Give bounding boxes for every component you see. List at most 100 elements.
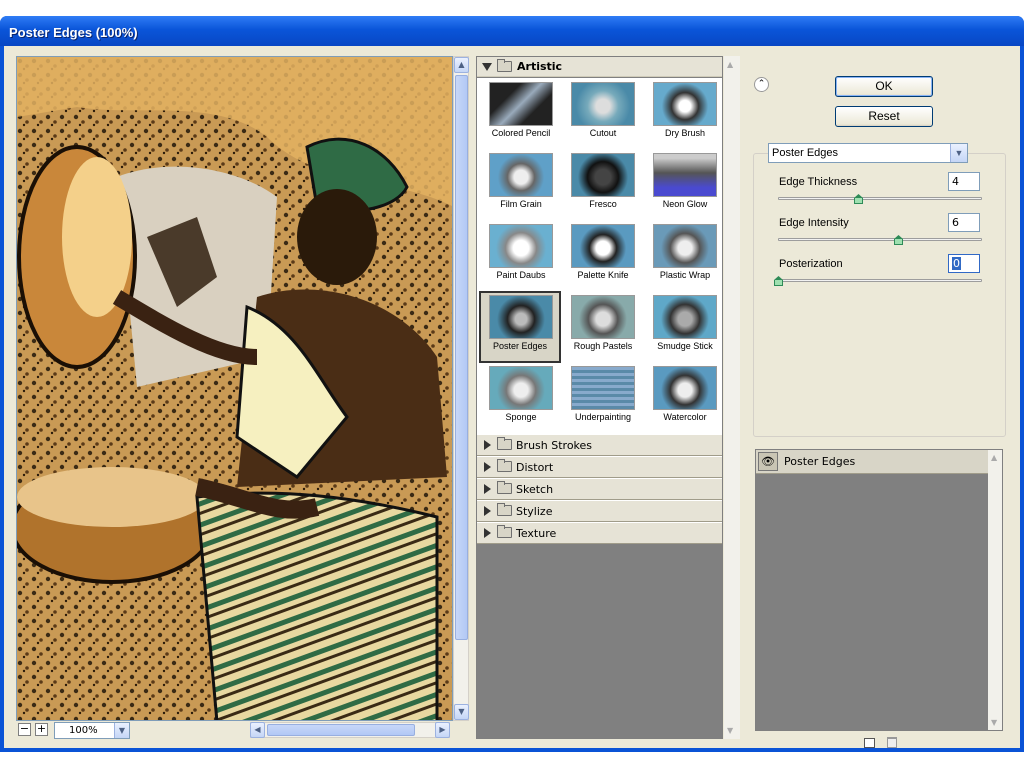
filter-select-value: Poster Edges bbox=[772, 147, 839, 159]
scroll-thumb[interactable] bbox=[267, 724, 415, 736]
posterization-label: Posterization bbox=[779, 258, 843, 270]
filter-palette-knife[interactable]: Palette Knife bbox=[563, 222, 643, 292]
filter-underpainting[interactable]: Underpainting bbox=[563, 364, 643, 434]
filter-fresco[interactable]: Fresco bbox=[563, 151, 643, 221]
scroll-up-arrow-icon[interactable]: ▲ bbox=[991, 453, 997, 462]
posterization-slider[interactable] bbox=[778, 279, 982, 282]
filter-label: Palette Knife bbox=[577, 270, 629, 280]
scroll-thumb[interactable] bbox=[455, 75, 468, 640]
category-texture[interactable]: Texture bbox=[477, 522, 722, 544]
filter-label: Film Grain bbox=[500, 199, 542, 209]
posterization-input[interactable]: 0 bbox=[948, 254, 980, 273]
zoom-in-icon[interactable]: + bbox=[35, 723, 48, 736]
image-preview[interactable] bbox=[16, 56, 453, 721]
scroll-down-arrow-icon[interactable]: ▼ bbox=[454, 704, 469, 720]
expand-arrow-icon[interactable] bbox=[484, 506, 491, 516]
filter-label: Sponge bbox=[505, 412, 537, 422]
filter-label: Colored Pencil bbox=[491, 128, 551, 138]
filter-gallery-window: Poster Edges (100%) ▲ ▼ − + 100% ▼ ◀ ▶ A… bbox=[0, 16, 1024, 752]
expand-arrow-icon[interactable] bbox=[484, 462, 491, 472]
filter-colored-pencil[interactable]: Colored Pencil bbox=[481, 80, 561, 150]
scroll-up-arrow-icon[interactable]: ▲ bbox=[454, 57, 469, 73]
category-artistic[interactable]: Artistic bbox=[477, 57, 722, 77]
edge-intensity-slider[interactable] bbox=[778, 238, 982, 241]
filter-watercolor[interactable]: Watercolor bbox=[645, 364, 725, 434]
category-label: Brush Strokes bbox=[516, 439, 593, 452]
filter-label: Poster Edges bbox=[492, 341, 548, 351]
gallery-vertical-scrollbar[interactable]: ▲ ▼ bbox=[724, 56, 740, 739]
expand-arrow-icon[interactable] bbox=[484, 528, 491, 538]
artistic-filter-grid: Colored Pencil Cutout Dry Brush Film Gra… bbox=[477, 78, 722, 434]
effect-layer-row[interactable]: 👁 Poster Edges bbox=[756, 450, 988, 474]
category-distort[interactable]: Distort bbox=[477, 456, 722, 478]
effect-layers-panel: 👁 Poster Edges ▲ ▼ bbox=[755, 449, 1003, 731]
neon-glow-thumbnail bbox=[653, 153, 717, 197]
filter-label: Paint Daubs bbox=[496, 270, 546, 280]
palette-knife-thumbnail bbox=[571, 224, 635, 268]
eye-visibility-icon[interactable]: 👁 bbox=[758, 452, 778, 471]
filter-label: Plastic Wrap bbox=[659, 270, 711, 280]
zoom-select[interactable]: 100% ▼ bbox=[54, 722, 130, 739]
folder-icon bbox=[497, 437, 512, 450]
expand-arrow-icon[interactable] bbox=[484, 484, 491, 494]
filter-label: Fresco bbox=[589, 199, 617, 209]
filter-film-grain[interactable]: Film Grain bbox=[481, 151, 561, 221]
collapse-gallery-icon[interactable]: ⌃ bbox=[754, 77, 769, 92]
filter-gallery: Artistic Colored Pencil Cutout Dry Brush bbox=[476, 56, 723, 739]
scroll-left-arrow-icon[interactable]: ◀ bbox=[250, 722, 265, 738]
filter-label: Watercolor bbox=[663, 412, 707, 422]
filter-label: Cutout bbox=[589, 128, 617, 138]
category-sketch[interactable]: Sketch bbox=[477, 478, 722, 500]
preview-horizontal-scrollbar[interactable]: ◀ ▶ bbox=[250, 722, 450, 738]
new-effect-layer-icon[interactable] bbox=[864, 738, 875, 748]
zoom-value: 100% bbox=[69, 725, 98, 736]
filter-smudge-stick[interactable]: Smudge Stick bbox=[645, 293, 725, 363]
trash-icon[interactable] bbox=[887, 737, 897, 748]
filter-label: Neon Glow bbox=[662, 199, 708, 209]
expand-arrow-icon[interactable] bbox=[482, 63, 492, 71]
folder-icon bbox=[497, 503, 512, 516]
folder-icon bbox=[497, 525, 512, 538]
layers-vertical-scrollbar[interactable]: ▲ ▼ bbox=[988, 450, 1002, 730]
reset-button[interactable]: Reset bbox=[835, 106, 933, 127]
filter-dry-brush[interactable]: Dry Brush bbox=[645, 80, 725, 150]
filter-select[interactable]: Poster Edges ▼ bbox=[768, 143, 968, 163]
posterization-value: 0 bbox=[952, 257, 961, 270]
folder-icon bbox=[497, 459, 512, 472]
expand-arrow-icon[interactable] bbox=[484, 440, 491, 450]
ok-button[interactable]: OK bbox=[835, 76, 933, 97]
underpainting-thumbnail bbox=[571, 366, 635, 410]
plastic-wrap-thumbnail bbox=[653, 224, 717, 268]
chevron-down-icon[interactable]: ▼ bbox=[114, 723, 129, 738]
filter-poster-edges[interactable]: Poster Edges bbox=[479, 291, 561, 363]
scroll-up-arrow-icon[interactable]: ▲ bbox=[727, 60, 733, 69]
filter-cutout[interactable]: Cutout bbox=[563, 80, 643, 150]
window-title: Poster Edges (100%) bbox=[9, 25, 138, 40]
edge-intensity-input[interactable]: 6 bbox=[948, 213, 980, 232]
edge-intensity-label: Edge Intensity bbox=[779, 217, 849, 229]
preview-vertical-scrollbar[interactable]: ▲ ▼ bbox=[453, 56, 469, 721]
filter-neon-glow[interactable]: Neon Glow bbox=[645, 151, 725, 221]
edge-thickness-slider[interactable] bbox=[778, 197, 982, 200]
category-label: Distort bbox=[516, 461, 554, 474]
sponge-thumbnail bbox=[489, 366, 553, 410]
scroll-right-arrow-icon[interactable]: ▶ bbox=[435, 722, 450, 738]
zoom-out-icon[interactable]: − bbox=[18, 723, 31, 736]
filter-rough-pastels[interactable]: Rough Pastels bbox=[563, 293, 643, 363]
scroll-down-arrow-icon[interactable]: ▼ bbox=[991, 718, 997, 727]
folder-icon bbox=[497, 59, 512, 72]
title-bar[interactable]: Poster Edges (100%) bbox=[0, 16, 1024, 46]
dry-brush-thumbnail bbox=[653, 82, 717, 126]
scroll-down-arrow-icon[interactable]: ▼ bbox=[727, 726, 733, 735]
paint-daubs-thumbnail bbox=[489, 224, 553, 268]
category-stylize[interactable]: Stylize bbox=[477, 500, 722, 522]
filter-sponge[interactable]: Sponge bbox=[481, 364, 561, 434]
category-label: Stylize bbox=[516, 505, 553, 518]
category-label: Sketch bbox=[516, 483, 554, 496]
filter-label: Underpainting bbox=[574, 412, 632, 422]
filter-plastic-wrap[interactable]: Plastic Wrap bbox=[645, 222, 725, 292]
filter-paint-daubs[interactable]: Paint Daubs bbox=[481, 222, 561, 292]
chevron-down-icon[interactable]: ▼ bbox=[950, 144, 967, 162]
category-brush-strokes[interactable]: Brush Strokes bbox=[477, 434, 722, 456]
edge-thickness-input[interactable]: 4 bbox=[948, 172, 980, 191]
